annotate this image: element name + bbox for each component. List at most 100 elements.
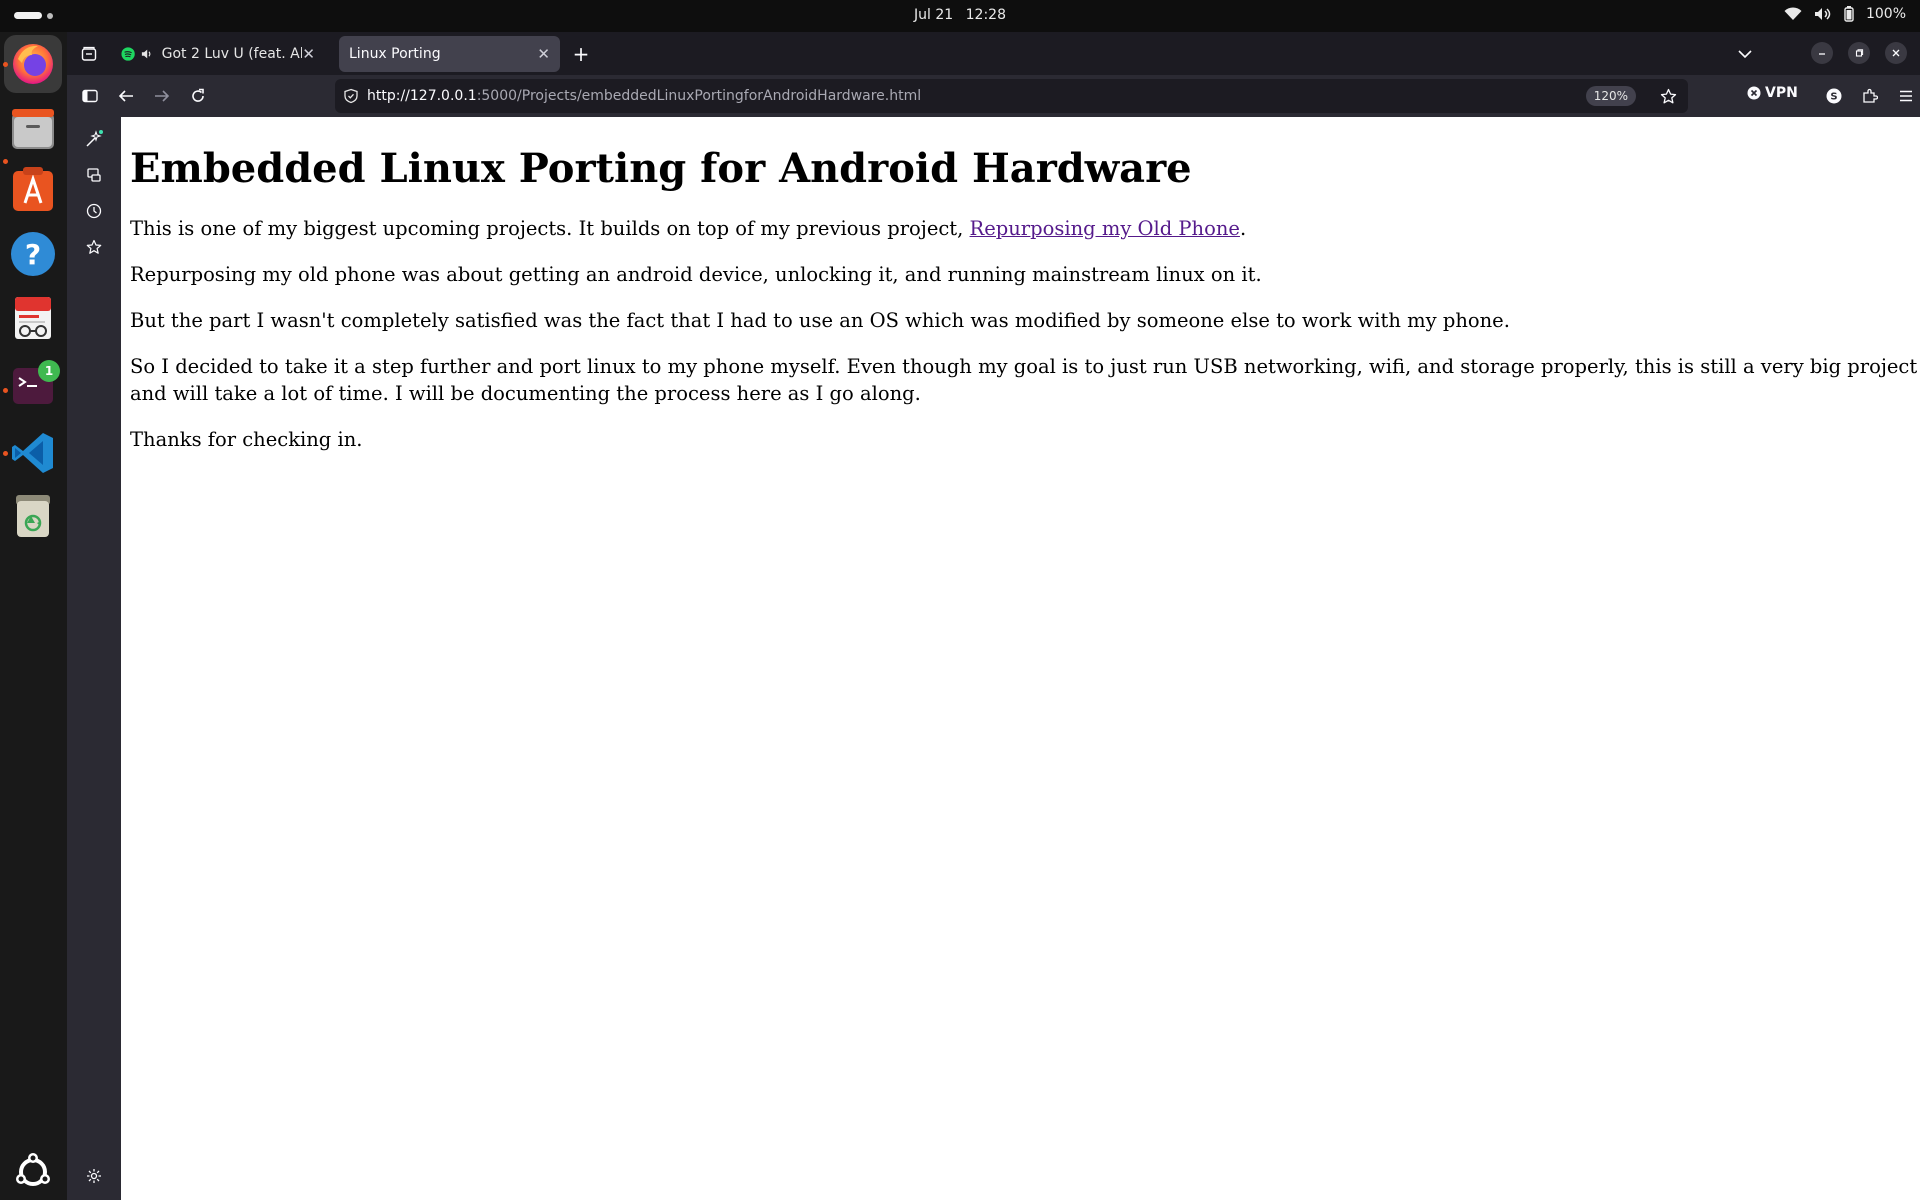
browser-nav-bar: http://127.0.0.1:5000/Projects/embeddedL… bbox=[67, 75, 1920, 117]
tab-spotify[interactable]: Got 2 Luv U (feat. Alex ✕ bbox=[111, 36, 325, 72]
intro-text: This is one of my biggest upcoming proje… bbox=[130, 217, 970, 240]
history-icon bbox=[86, 203, 102, 219]
close-icon[interactable]: ✕ bbox=[302, 45, 315, 63]
close-window-button[interactable] bbox=[1885, 42, 1907, 64]
intro-end: . bbox=[1239, 217, 1247, 240]
tab-label: Got 2 Luv U (feat. Alex bbox=[161, 46, 303, 62]
clock[interactable]: Jul 21 12:28 bbox=[0, 7, 1920, 23]
forward-button[interactable] bbox=[150, 84, 174, 108]
vpn-off-icon bbox=[1747, 86, 1761, 100]
files-running-dot bbox=[3, 159, 8, 164]
zoom-indicator[interactable]: 120% bbox=[1585, 86, 1636, 106]
paragraph-5: Thanks for checking in. bbox=[130, 428, 363, 451]
arrow-right-icon bbox=[155, 90, 170, 102]
arrow-left-icon bbox=[118, 90, 133, 102]
svg-text:S: S bbox=[1830, 92, 1837, 103]
volume-icon bbox=[1814, 8, 1831, 20]
page-title: Embedded Linux Porting for Android Hardw… bbox=[130, 145, 1192, 192]
settings-icon bbox=[87, 1169, 101, 1183]
ubuntu-apps-icon bbox=[16, 1153, 50, 1186]
dock-firefox[interactable] bbox=[4, 35, 62, 93]
new-tab-button[interactable]: + bbox=[569, 42, 593, 66]
minimize-button[interactable] bbox=[1811, 42, 1833, 64]
dock: ? 1 bbox=[0, 32, 67, 1200]
url-host: http://127.0.0.1 bbox=[367, 88, 477, 104]
ai-chat-icon bbox=[86, 130, 103, 147]
dock-text-editor[interactable] bbox=[9, 294, 57, 342]
shield-icon[interactable] bbox=[343, 88, 359, 104]
vscode-running-dot bbox=[3, 451, 8, 456]
browser-tab-bar: Got 2 Luv U (feat. Alex ✕ Linux Porting … bbox=[67, 32, 1920, 75]
app-menu-button[interactable] bbox=[1894, 84, 1918, 108]
reload-icon bbox=[192, 88, 204, 102]
firefox-view-icon bbox=[81, 46, 97, 61]
paragraph-4: So I decided to take it a step further a… bbox=[130, 355, 1918, 405]
sidebar-toggle-button[interactable] bbox=[78, 84, 102, 108]
tab-linux-porting[interactable]: Linux Porting ✕ bbox=[339, 36, 560, 72]
sidebar-synced-tabs[interactable] bbox=[82, 163, 106, 187]
url-text[interactable]: http://127.0.0.1:5000/Projects/embeddedL… bbox=[367, 88, 921, 104]
date-label: Jul 21 bbox=[914, 7, 954, 23]
vpn-button[interactable]: VPN bbox=[1747, 85, 1798, 101]
bookmark-star-button[interactable] bbox=[1656, 84, 1680, 108]
battery-icon bbox=[1844, 6, 1854, 22]
trash-icon bbox=[16, 495, 50, 537]
sidebar-ai-chat[interactable] bbox=[82, 127, 106, 151]
address-bar[interactable]: http://127.0.0.1:5000/Projects/embeddedL… bbox=[335, 79, 1688, 113]
hamburger-menu-icon bbox=[1900, 90, 1912, 102]
url-path: :5000/Projects/embeddedLinuxPortingforAn… bbox=[476, 88, 922, 104]
files-icon bbox=[12, 109, 54, 149]
synced-tabs-icon bbox=[87, 168, 101, 182]
star-icon bbox=[1660, 88, 1676, 103]
bookmarks-icon bbox=[86, 239, 102, 254]
sidebar-bookmarks[interactable] bbox=[82, 235, 106, 259]
paragraph-intro: This is one of my biggest upcoming proje… bbox=[130, 215, 1920, 242]
app-center-icon bbox=[13, 167, 53, 211]
vpn-label: VPN bbox=[1765, 85, 1798, 101]
terminal-badge: 1 bbox=[38, 360, 60, 382]
wifi-icon bbox=[1784, 7, 1802, 20]
restore-button[interactable] bbox=[1848, 42, 1870, 64]
dock-app-center[interactable] bbox=[9, 166, 57, 214]
close-icon bbox=[1892, 49, 1900, 57]
battery-percent: 100% bbox=[1865, 6, 1906, 22]
terminal-running-dot bbox=[3, 388, 8, 393]
extensions-button[interactable] bbox=[1858, 84, 1882, 108]
text-editor-icon bbox=[15, 297, 51, 339]
paragraph-2: Repurposing my old phone was about getti… bbox=[130, 263, 1262, 286]
sidebar-customize[interactable] bbox=[82, 1164, 106, 1188]
browser-sidebar bbox=[67, 117, 121, 1200]
system-top-bar: Jul 21 12:28 100% bbox=[0, 0, 1920, 32]
dock-trash[interactable] bbox=[9, 492, 57, 540]
list-all-tabs-button[interactable] bbox=[1733, 42, 1757, 66]
account-button[interactable]: S bbox=[1822, 84, 1846, 108]
paragraph-3: But the part I wasn't completely satisfi… bbox=[130, 309, 1510, 332]
dock-show-apps[interactable] bbox=[11, 1150, 55, 1194]
system-tray[interactable]: 100% bbox=[1784, 6, 1906, 22]
page-content: Embedded Linux Porting for Android Hardw… bbox=[121, 117, 1920, 1200]
firefox-view-button[interactable] bbox=[77, 42, 101, 66]
puzzle-icon bbox=[1863, 88, 1878, 103]
reload-button[interactable] bbox=[186, 84, 210, 108]
sidebar-history[interactable] bbox=[82, 199, 106, 223]
time-label: 12:28 bbox=[965, 7, 1006, 23]
repurposing-link[interactable]: Repurposing my Old Phone bbox=[970, 217, 1240, 240]
sidebar-icon bbox=[82, 89, 98, 103]
firefox-running-dot bbox=[3, 62, 8, 67]
audio-playing-icon[interactable] bbox=[141, 47, 153, 61]
help-icon: ? bbox=[11, 232, 55, 276]
dock-help[interactable]: ? bbox=[9, 230, 57, 278]
firefox-icon bbox=[13, 44, 53, 84]
dock-files[interactable] bbox=[9, 106, 57, 154]
tab-label: Linux Porting bbox=[349, 46, 441, 62]
close-icon[interactable]: ✕ bbox=[537, 45, 550, 63]
chevron-down-icon bbox=[1738, 50, 1752, 59]
restore-icon bbox=[1855, 49, 1864, 57]
dock-vscode[interactable] bbox=[9, 429, 57, 477]
minimize-icon bbox=[1819, 53, 1825, 55]
plus-icon: + bbox=[572, 42, 590, 66]
vscode-icon bbox=[12, 433, 53, 473]
svg-text:?: ? bbox=[25, 238, 41, 271]
account-icon: S bbox=[1826, 88, 1842, 104]
back-button[interactable] bbox=[114, 84, 138, 108]
